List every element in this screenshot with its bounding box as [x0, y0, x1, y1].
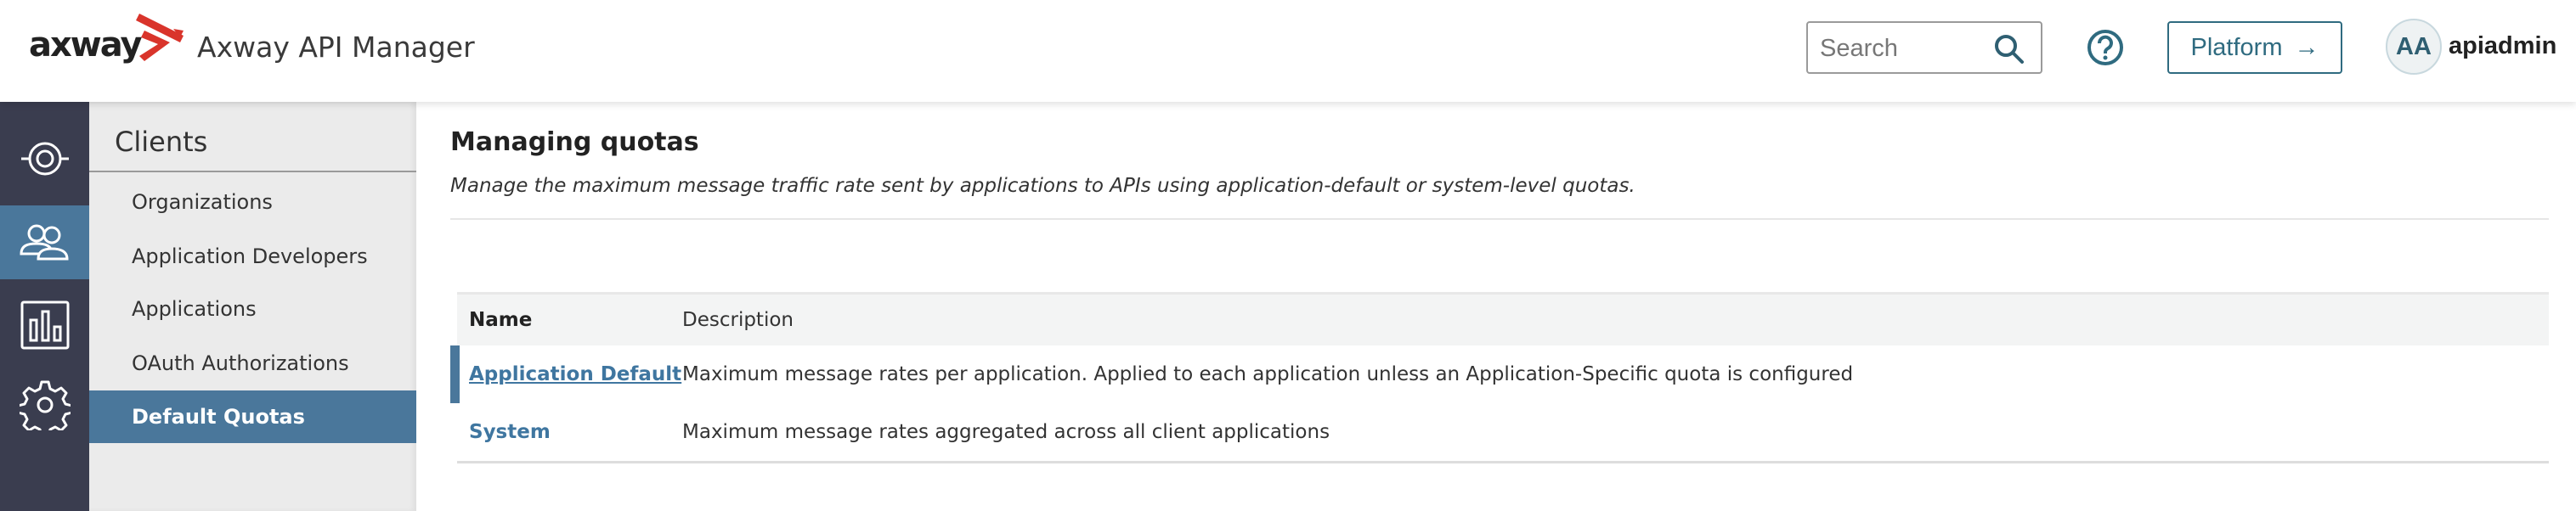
- selected-indicator: [450, 345, 460, 403]
- sidebar-item-default-quotas[interactable]: Default Quotas: [89, 390, 416, 443]
- sidebar-title: Clients: [115, 126, 208, 158]
- platform-label: Platform: [2190, 33, 2283, 61]
- axway-logo-mark-icon: [136, 14, 184, 61]
- row-description: Maximum message rates per application. A…: [682, 363, 1854, 385]
- nav-dashboard[interactable]: [0, 121, 89, 197]
- sidebar-item-organizations[interactable]: Organizations: [89, 176, 416, 228]
- search-box[interactable]: [1806, 21, 2042, 74]
- table-row[interactable]: System Maximum message rates aggregated …: [457, 403, 2549, 461]
- arrow-right-icon: →: [2294, 33, 2319, 61]
- secondary-sidebar: Clients Organizations Application Develo…: [89, 102, 416, 511]
- chart-icon: [20, 300, 69, 350]
- sidebar-item-oauth-authorizations[interactable]: OAuth Authorizations: [89, 337, 416, 390]
- nav-clients[interactable]: [0, 205, 89, 279]
- logo: axway: [29, 25, 143, 65]
- table-header: Name Description: [457, 295, 2549, 345]
- row-description: Maximum message rates aggregated across …: [682, 421, 1330, 443]
- users-icon: [19, 224, 69, 260]
- platform-button[interactable]: Platform →: [2167, 21, 2342, 74]
- top-header: axway Axway API Manager Platform → AA api…: [0, 0, 2576, 102]
- help-icon[interactable]: [2086, 28, 2125, 67]
- target-icon: [20, 142, 69, 176]
- quotas-table: Name Description Application Default Max…: [450, 292, 2549, 463]
- gear-icon: [19, 380, 71, 430]
- page-title: Managing quotas: [450, 127, 699, 157]
- app-title: Axway API Manager: [197, 31, 475, 64]
- page-description: Manage the maximum message traffic rate …: [450, 175, 1635, 197]
- avatar[interactable]: AA: [2386, 19, 2442, 75]
- table-row[interactable]: Application Default Maximum message rate…: [450, 345, 2549, 403]
- sidebar-item-applications[interactable]: Applications: [89, 283, 416, 335]
- system-link[interactable]: System: [469, 421, 551, 443]
- nav-settings[interactable]: [0, 367, 89, 443]
- nav-monitoring[interactable]: [0, 287, 89, 363]
- search-icon[interactable]: [1993, 33, 2025, 65]
- column-header-description[interactable]: Description: [682, 309, 2549, 331]
- divider: [89, 171, 416, 172]
- column-header-name[interactable]: Name: [457, 309, 682, 331]
- divider: [450, 218, 2549, 220]
- username[interactable]: apiadmin: [2449, 32, 2556, 60]
- icon-sidebar: [0, 102, 89, 511]
- search-input[interactable]: [1820, 31, 1990, 65]
- sidebar-item-application-developers[interactable]: Application Developers: [89, 230, 416, 283]
- application-default-link[interactable]: Application Default: [469, 363, 681, 385]
